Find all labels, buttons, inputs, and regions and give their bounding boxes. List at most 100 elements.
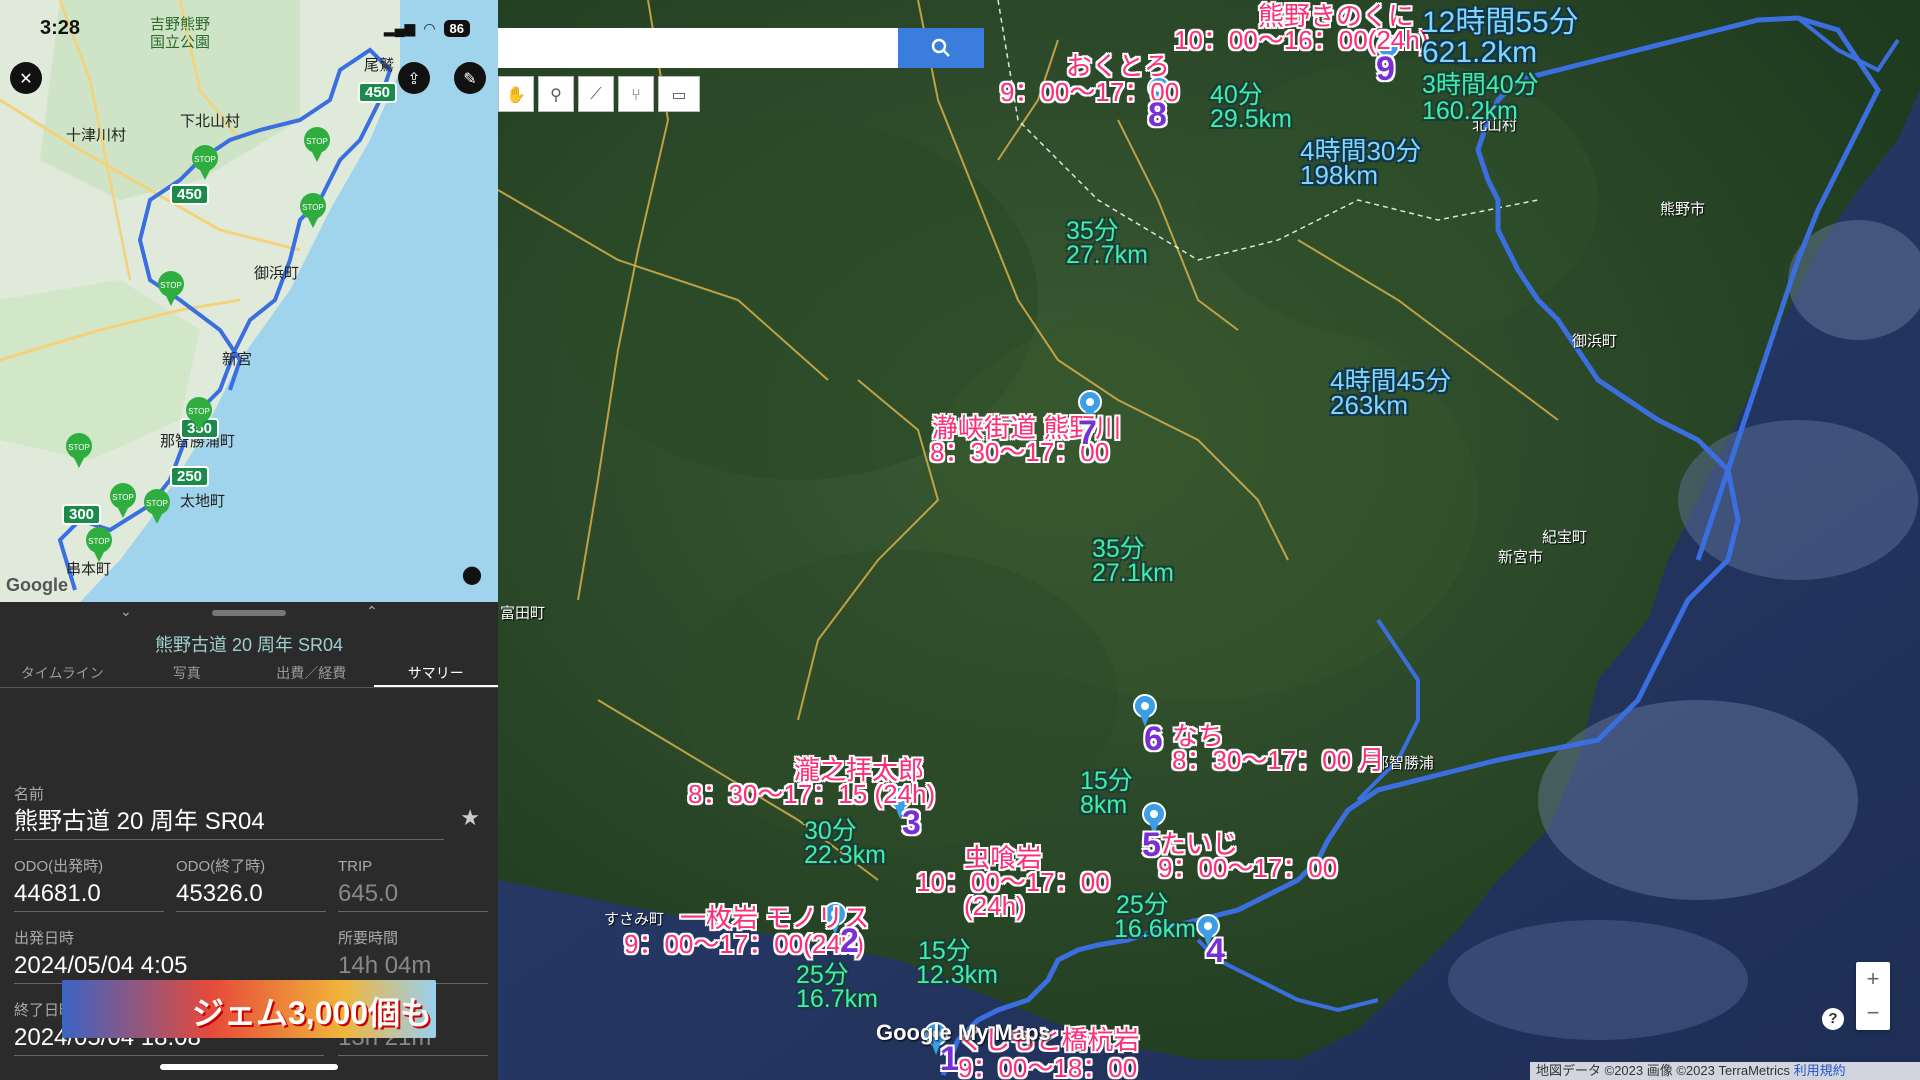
marker-icon[interactable]: ⚲: [538, 76, 574, 112]
trip-value: 645.0: [338, 878, 488, 912]
stop-pin-icon[interactable]: STOP: [190, 144, 220, 182]
odo-end-value[interactable]: 45326.0: [176, 878, 326, 912]
tab-expenses[interactable]: 出費／経費: [249, 660, 374, 687]
wifi-icon: ◠: [423, 19, 436, 36]
ad-banner-text: ジェム3,000個もらえる!: [192, 995, 436, 1031]
depart-field[interactable]: 出発日時 2024/05/04 4:05: [14, 928, 324, 984]
close-icon[interactable]: ✕: [10, 62, 42, 94]
stop-pin-icon[interactable]: STOP: [64, 432, 94, 470]
help-icon[interactable]: ?: [1822, 1008, 1844, 1030]
waypoint-number: 5: [1142, 826, 1161, 864]
share-icon[interactable]: ⇪: [398, 62, 430, 94]
zoom-out-button[interactable]: −: [1856, 996, 1890, 1030]
tab-summary[interactable]: サマリー: [373, 660, 498, 687]
waypoint-number: 3: [902, 804, 921, 842]
google-logo: Google: [6, 575, 68, 595]
terms-link[interactable]: 利用規約: [1794, 1063, 1846, 1078]
ad-banner[interactable]: ジェム3,000個もらえる!: [62, 980, 436, 1038]
waypoint-name: おくとろ: [1066, 51, 1171, 81]
leg-dist: 16.7km: [796, 985, 878, 1013]
waypoint-number: 1: [940, 1040, 959, 1078]
duration-value: 14h 04m: [338, 950, 488, 984]
stop-pin-icon[interactable]: STOP: [156, 270, 186, 308]
stop-pin-icon[interactable]: STOP: [108, 482, 138, 520]
svg-text:STOP: STOP: [188, 407, 210, 416]
satellite-map[interactable]: 北山村 熊野市 御浜町 新宮市 紀宝町 富田町 すさみ町 那智勝浦 1 2 3 …: [498, 0, 1920, 1080]
chevron-up-icon[interactable]: ⌃: [366, 604, 378, 620]
route-shield: 300: [62, 504, 102, 525]
trip-label: TRIP: [338, 858, 373, 875]
waypoint-number: 8: [1148, 96, 1167, 134]
search-button[interactable]: [898, 28, 984, 68]
location-pin-icon[interactable]: ●: [456, 558, 488, 590]
odo-start-value[interactable]: 44681.0: [14, 878, 164, 912]
depart-value[interactable]: 2024/05/04 4:05: [14, 950, 324, 984]
leg-dist: 27.1km: [1092, 559, 1174, 587]
name-label: 名前: [14, 786, 45, 803]
name-value[interactable]: 熊野古道 20 周年 SR04: [14, 806, 444, 840]
odo-end-label: ODO(終了時): [176, 858, 266, 875]
svg-text:STOP: STOP: [88, 537, 110, 546]
place-label: 熊野市: [1660, 201, 1706, 218]
depart-label: 出発日時: [14, 930, 75, 947]
directions-icon[interactable]: ⑂: [618, 76, 654, 112]
ruler-icon[interactable]: ▭: [658, 76, 700, 112]
battery-icon: 86: [443, 19, 470, 37]
map-toolbar: ✋ ⚲ ⟋ ⑂ ▭: [498, 76, 700, 112]
mini-route-map[interactable]: 3:28 ▂▄▆ ◠ 86 ✕ ⇪ ✎ 吉野熊野 国立公園 下北山村 十津川村 …: [0, 0, 498, 602]
total-time: 12時間55分: [1422, 6, 1579, 39]
leg-dist: 12.3km: [916, 961, 998, 989]
town-label: 尾鷲: [364, 57, 395, 74]
leg-dist: 29.5km: [1210, 105, 1292, 133]
svg-text:STOP: STOP: [112, 493, 134, 502]
search-icon: [931, 38, 950, 57]
total-dist: 621.2km: [1422, 36, 1538, 69]
summary-fields: 名前 熊野古道 20 周年 SR04 ★ ODO(出発時) 44681.0 OD…: [0, 688, 498, 1056]
svg-text:STOP: STOP: [302, 203, 324, 212]
odo-start-label: ODO(出発時): [14, 858, 104, 875]
edit-icon[interactable]: ✎: [454, 62, 486, 94]
status-time: 3:28: [40, 16, 81, 39]
sheet-handle[interactable]: ⌄ ⌃: [0, 602, 498, 630]
place-label: 富田町: [500, 605, 546, 622]
tab-photos[interactable]: 写真: [125, 660, 250, 687]
search-input[interactable]: [498, 28, 898, 68]
town-label: 新宮: [222, 351, 253, 368]
sheet-grip[interactable]: [212, 610, 286, 616]
town-label: 御浜町: [254, 265, 300, 282]
route-shield: 450: [170, 184, 210, 205]
leg-dist: 8km: [1080, 791, 1128, 819]
star-icon[interactable]: ★: [460, 806, 480, 831]
tab-timeline[interactable]: タイムライン: [0, 660, 125, 687]
leg-dist: 27.7km: [1066, 241, 1148, 269]
map-attribution: 地図データ ©2023 画像 ©2023 TerraMetrics 利用規約: [1530, 1062, 1920, 1080]
stop-pin-icon[interactable]: STOP: [184, 396, 214, 434]
stop-pin-icon[interactable]: STOP: [142, 488, 172, 526]
leg-time: 3時間40分: [1422, 71, 1539, 99]
zoom-control: + −: [1856, 962, 1890, 1030]
duration-label: 所要時間: [338, 930, 399, 947]
name-field[interactable]: 名前 熊野古道 20 周年 SR04: [14, 784, 444, 840]
stop-pin-icon[interactable]: STOP: [302, 126, 332, 164]
stop-pin-icon[interactable]: STOP: [298, 192, 328, 230]
waypoint-number: 9: [1376, 50, 1395, 88]
odo-start-field[interactable]: ODO(出発時) 44681.0: [14, 856, 164, 912]
hand-icon[interactable]: ✋: [498, 76, 534, 112]
sheet-title: 熊野古道 20 周年 SR04: [154, 635, 344, 655]
zoom-in-button[interactable]: +: [1856, 962, 1890, 996]
waypoint-extra: (24h): [964, 891, 1025, 921]
waypoint-number: 7: [1078, 414, 1097, 452]
waypoint-hours: 9：00〜18：00: [958, 1053, 1138, 1080]
waypoint-number: 4: [1206, 932, 1225, 970]
town-label: 太地町: [180, 493, 226, 510]
long-leg-dist: 263km: [1330, 390, 1409, 420]
chevron-down-icon[interactable]: ⌄: [120, 604, 132, 620]
waypoint-hours: 8：30〜17：00 月: [1172, 745, 1385, 775]
home-indicator[interactable]: [160, 1064, 338, 1070]
draw-line-icon[interactable]: ⟋: [578, 76, 614, 112]
svg-text:STOP: STOP: [160, 281, 182, 290]
duration-field: 所要時間 14h 04m: [338, 928, 488, 984]
town-label: 十津川村: [66, 127, 127, 144]
odo-end-field[interactable]: ODO(終了時) 45326.0: [176, 856, 326, 912]
stop-pin-icon[interactable]: STOP: [84, 526, 114, 564]
